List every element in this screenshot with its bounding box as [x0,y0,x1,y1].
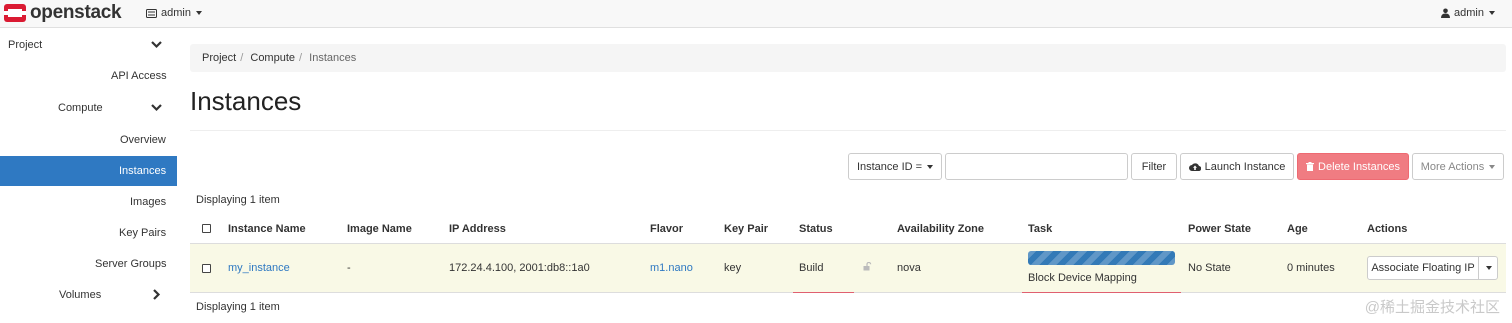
breadcrumb-item[interactable]: Compute [250,52,295,64]
top-navbar: openstack admin admin [0,0,1512,28]
breadcrumb: Project / Compute / Instances [190,44,1506,72]
filter-button-label: Filter [1141,160,1167,173]
unlock-icon [863,262,872,271]
brand-name: openstack [30,2,122,23]
divider [190,130,1506,131]
associate-floating-ip-button[interactable]: Associate Floating IP [1367,256,1479,280]
caret-down-icon [195,11,202,15]
sidebar-item-label: Project [8,39,43,51]
user-name: admin [1454,7,1484,19]
delete-instances-button[interactable]: Delete Instances [1297,153,1409,180]
power-state: No State [1188,262,1231,274]
filter-input[interactable] [945,153,1128,180]
sidebar-item-images[interactable]: Images [0,187,177,217]
column-header: Actions [1367,223,1408,235]
user-icon [1441,8,1451,18]
main-content: Project / Compute / Instances Instances In… [190,28,1506,323]
sidebar-item-instances[interactable]: Instances [0,156,177,186]
column-header[interactable]: Power State [1188,223,1251,235]
task-underline [1022,292,1181,293]
row-actions-dropdown-toggle[interactable] [1478,256,1498,280]
instance-name-link[interactable]: my_instance [228,262,290,274]
filter-field-dropdown[interactable]: Instance ID = [848,153,942,180]
project-switcher[interactable]: admin [146,7,202,19]
column-header[interactable]: Key Pair [724,223,768,235]
sidebar: Project API Access Compute Overview Inst… [0,28,177,323]
caret-down-icon [1489,164,1496,169]
flavor-link[interactable]: m1.nano [650,262,693,274]
more-actions-label: More Actions [1420,160,1485,173]
breadcrumb-item[interactable]: Project [202,52,236,64]
sidebar-item-label: Key Pairs [119,227,167,239]
sidebar-item-label: Instances [119,165,167,177]
column-header[interactable]: Instance Name [228,223,306,235]
status: Build [799,262,824,274]
table-row: my_instance - 172.24.4.100, 2001:db8::1a… [190,244,1506,293]
associate-floating-ip-label: Associate Floating IP [1371,262,1475,274]
sidebar-item-volumes[interactable]: Volumes [0,280,177,310]
display-count: Displaying 1 item [196,194,280,206]
caret-down-icon [927,164,934,169]
cloud-upload-icon [1188,163,1201,171]
key-pair: key [724,262,742,274]
task-progress-bar [1028,251,1175,265]
column-header[interactable]: Age [1287,223,1308,235]
column-header[interactable]: Task [1028,223,1052,235]
more-actions-dropdown[interactable]: More Actions [1412,153,1504,180]
launch-instance-label: Launch Instance [1204,160,1286,173]
availability-zone: nova [897,262,921,274]
trash-icon [1306,162,1315,171]
sidebar-item-label: Overview [120,134,166,146]
sidebar-item-label: Compute [58,102,103,114]
sidebar-item-server-groups[interactable]: Server Groups [0,249,177,279]
filter-field-label: Instance ID = [856,160,923,173]
column-header[interactable]: Availability Zone [897,223,984,235]
select-all-checkbox[interactable] [202,224,211,233]
sidebar-item-label: API Access [111,70,167,82]
sidebar-item-label: Images [130,196,167,208]
sidebar-item-label: Volumes [59,289,102,301]
column-header[interactable]: IP Address [449,223,506,235]
chevron-down-icon [151,41,162,49]
breadcrumb-current: Instances [309,52,357,64]
ip-address: 172.24.4.100, 2001:db8::1a0 [449,262,590,274]
sidebar-item-compute[interactable]: Compute [0,93,177,123]
user-menu[interactable]: admin [1441,7,1495,19]
sidebar-item-label: Server Groups [95,258,167,270]
page-title: Instances [190,86,302,116]
table-header: Instance Name Image Name IP Address Flav… [190,214,1506,244]
row-checkbox[interactable] [202,264,211,273]
status-underline [793,292,854,293]
caret-down-icon [1489,11,1495,15]
project-name: admin [161,7,191,19]
caret-down-icon [1485,266,1492,270]
brand[interactable]: openstack [4,2,122,23]
sidebar-item-api-access[interactable]: API Access [0,61,177,91]
filter-button[interactable]: Filter [1131,153,1177,180]
chevron-right-icon [153,289,161,300]
watermark: @稀土掘金技术社区 [1364,299,1500,316]
openstack-logo-icon [4,4,26,22]
sidebar-item-overview[interactable]: Overview [0,125,177,155]
launch-instance-button[interactable]: Launch Instance [1180,153,1294,180]
sidebar-item-project[interactable]: Project [0,30,177,60]
image-name: - [347,262,351,274]
age: 0 minutes [1287,262,1335,274]
chevron-down-icon [151,104,162,112]
display-count: Displaying 1 item [196,301,280,313]
task: Block Device Mapping [1028,272,1137,284]
column-header[interactable]: Image Name [347,223,412,235]
column-header[interactable]: Flavor [650,223,683,235]
sidebar-item-key-pairs[interactable]: Key Pairs [0,218,177,248]
server-icon [146,8,157,18]
column-header[interactable]: Status [799,223,833,235]
delete-instances-label: Delete Instances [1318,160,1400,173]
